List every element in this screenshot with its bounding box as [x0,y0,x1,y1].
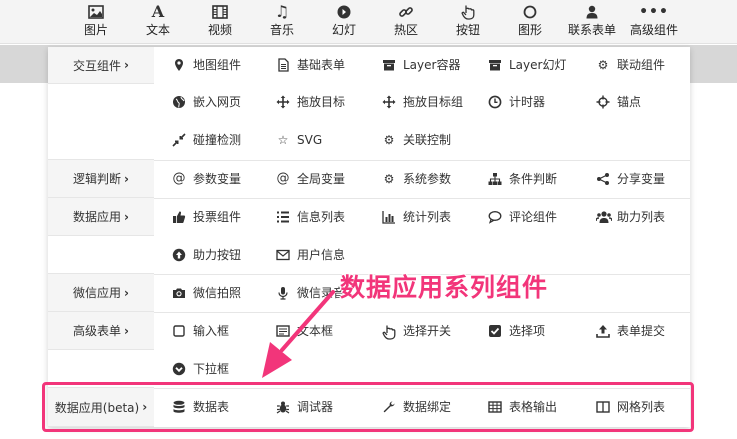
annotation-callout: 数据应用系列组件 [340,273,549,302]
annotation-arrow [262,290,335,378]
